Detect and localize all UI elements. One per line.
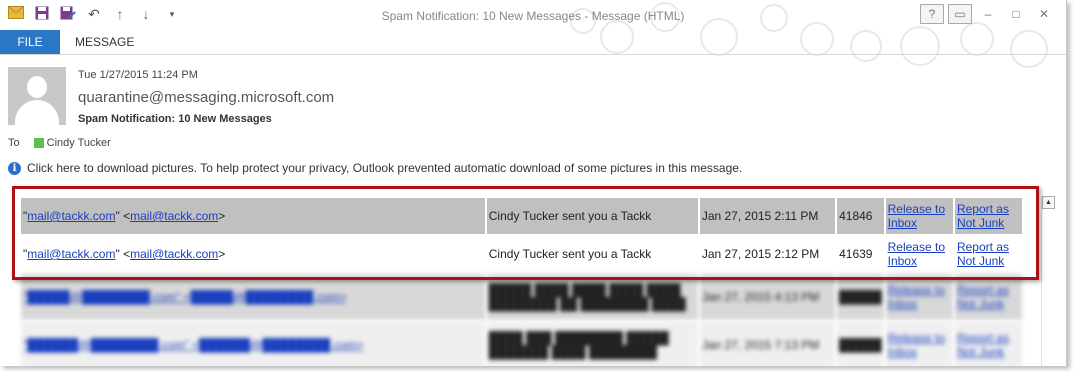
report-not-junk-link[interactable]: Report as Not Junk <box>957 283 1009 311</box>
quarantine-table: "mail@tackk.com" <mail@tackk.com> Cindy … <box>19 196 1024 366</box>
scroll-up-arrow-icon[interactable]: ▲ <box>1042 196 1055 209</box>
size-cell: █████ <box>837 274 884 320</box>
report-cell: Report as Not Junk <box>954 274 1022 320</box>
date-cell: Jan 27, 2015 2:12 PM <box>699 236 836 272</box>
close-icon[interactable]: ✕ <box>1032 4 1056 24</box>
table-row-blurred: "█████@████████.com" <█████@████████.com… <box>21 274 1022 320</box>
sender-email-link[interactable]: mail@tackk.com <box>130 247 218 261</box>
report-cell: Report as Not Junk <box>954 322 1022 366</box>
release-cell: Release to Inbox <box>885 322 953 366</box>
release-to-inbox-link[interactable]: Release to Inbox <box>888 202 945 230</box>
sender-email-link[interactable]: "██████@████████.com" <██████@████████.c… <box>23 338 363 352</box>
table-row: "mail@tackk.com" <mail@tackk.com> Cindy … <box>21 198 1022 234</box>
sender-email-link[interactable]: mail@tackk.com <box>130 209 218 223</box>
report-cell: Report as Not Junk <box>954 236 1022 272</box>
message-subject: Spam Notification: 10 New Messages <box>78 113 272 125</box>
report-not-junk-link[interactable]: Report as Not Junk <box>957 202 1009 230</box>
download-pictures-infobar[interactable]: i Click here to download pictures. To he… <box>8 158 1048 178</box>
release-to-inbox-link[interactable]: Release to Inbox <box>888 331 945 359</box>
window-title: Spam Notification: 10 New Messages - Mes… <box>381 9 685 23</box>
subject-cell: Cindy Tucker sent you a Tackk <box>486 236 698 272</box>
date-cell: Jan 27, 2015 7:13 PM <box>699 322 836 366</box>
report-cell: Report as Not Junk <box>954 198 1022 234</box>
to-row: To Cindy Tucker <box>8 137 111 149</box>
sender-address[interactable]: quarantine@messaging.microsoft.com <box>78 89 334 106</box>
sender-email-link[interactable]: mail@tackk.com <box>27 247 115 261</box>
sender-cell: "█████@████████.com" <█████@████████.com… <box>21 274 485 320</box>
subject-cell: ████ ███ ████████ █████ ███████ ████ ███… <box>486 322 698 366</box>
avatar-head <box>27 76 47 98</box>
date-cell: Jan 27, 2015 4:13 PM <box>699 274 836 320</box>
to-label: To <box>8 137 20 149</box>
restore-ribbon-icon[interactable]: ▭ <box>948 4 972 24</box>
vertical-scrollbar[interactable]: ▲ <box>1041 196 1055 366</box>
avatar <box>8 67 66 125</box>
tab-file[interactable]: FILE <box>0 30 60 54</box>
size-cell: 41639 <box>837 236 884 272</box>
report-not-junk-link[interactable]: Report as Not Junk <box>957 331 1009 359</box>
table-row-blurred: "██████@████████.com" <██████@████████.c… <box>21 322 1022 366</box>
outlook-message-window: ↶ ↑ ↓ ▾ Spam Notification: 10 New Messag… <box>0 0 1067 366</box>
window-controls: ? ▭ – □ ✕ <box>920 4 1056 24</box>
date-cell: Jan 27, 2015 2:11 PM <box>699 198 836 234</box>
size-cell: 41846 <box>837 198 884 234</box>
title-bar: ↶ ↑ ↓ ▾ Spam Notification: 10 New Messag… <box>0 0 1066 30</box>
minimize-icon[interactable]: – <box>976 4 1000 24</box>
release-cell: Release to Inbox <box>885 274 953 320</box>
sender-email-link[interactable]: mail@tackk.com <box>27 209 115 223</box>
infobar-text[interactable]: Click here to download pictures. To help… <box>27 161 742 175</box>
message-body: "mail@tackk.com" <mail@tackk.com> Cindy … <box>8 184 1058 366</box>
help-icon[interactable]: ? <box>920 4 944 24</box>
tab-message[interactable]: MESSAGE <box>75 30 134 54</box>
presence-status-icon <box>33 138 44 148</box>
maximize-icon[interactable]: □ <box>1004 4 1028 24</box>
subject-cell: Cindy Tucker sent you a Tackk <box>486 198 698 234</box>
ribbon-tabs: FILE MESSAGE <box>0 30 1066 55</box>
sender-cell: "mail@tackk.com" <mail@tackk.com> <box>21 236 485 272</box>
avatar-body <box>15 100 59 125</box>
subject-cell: █████ ████ ████ ████ ████ ████████ ██ ██… <box>486 274 698 320</box>
sender-cell: "██████@████████.com" <██████@████████.c… <box>21 322 485 366</box>
release-cell: Release to Inbox <box>885 198 953 234</box>
table-row: "mail@tackk.com" <mail@tackk.com> Cindy … <box>21 236 1022 272</box>
message-date: Tue 1/27/2015 11:24 PM <box>78 69 198 81</box>
release-to-inbox-link[interactable]: Release to Inbox <box>888 283 945 311</box>
size-cell: █████ <box>837 322 884 366</box>
release-cell: Release to Inbox <box>885 236 953 272</box>
info-icon: i <box>8 161 21 175</box>
sender-email-link[interactable]: "█████@████████.com" <█████@████████.com… <box>23 290 346 304</box>
sender-cell: "mail@tackk.com" <mail@tackk.com> <box>21 198 485 234</box>
report-not-junk-link[interactable]: Report as Not Junk <box>957 240 1009 268</box>
recipient-name[interactable]: Cindy Tucker <box>47 137 111 149</box>
release-to-inbox-link[interactable]: Release to Inbox <box>888 240 945 268</box>
